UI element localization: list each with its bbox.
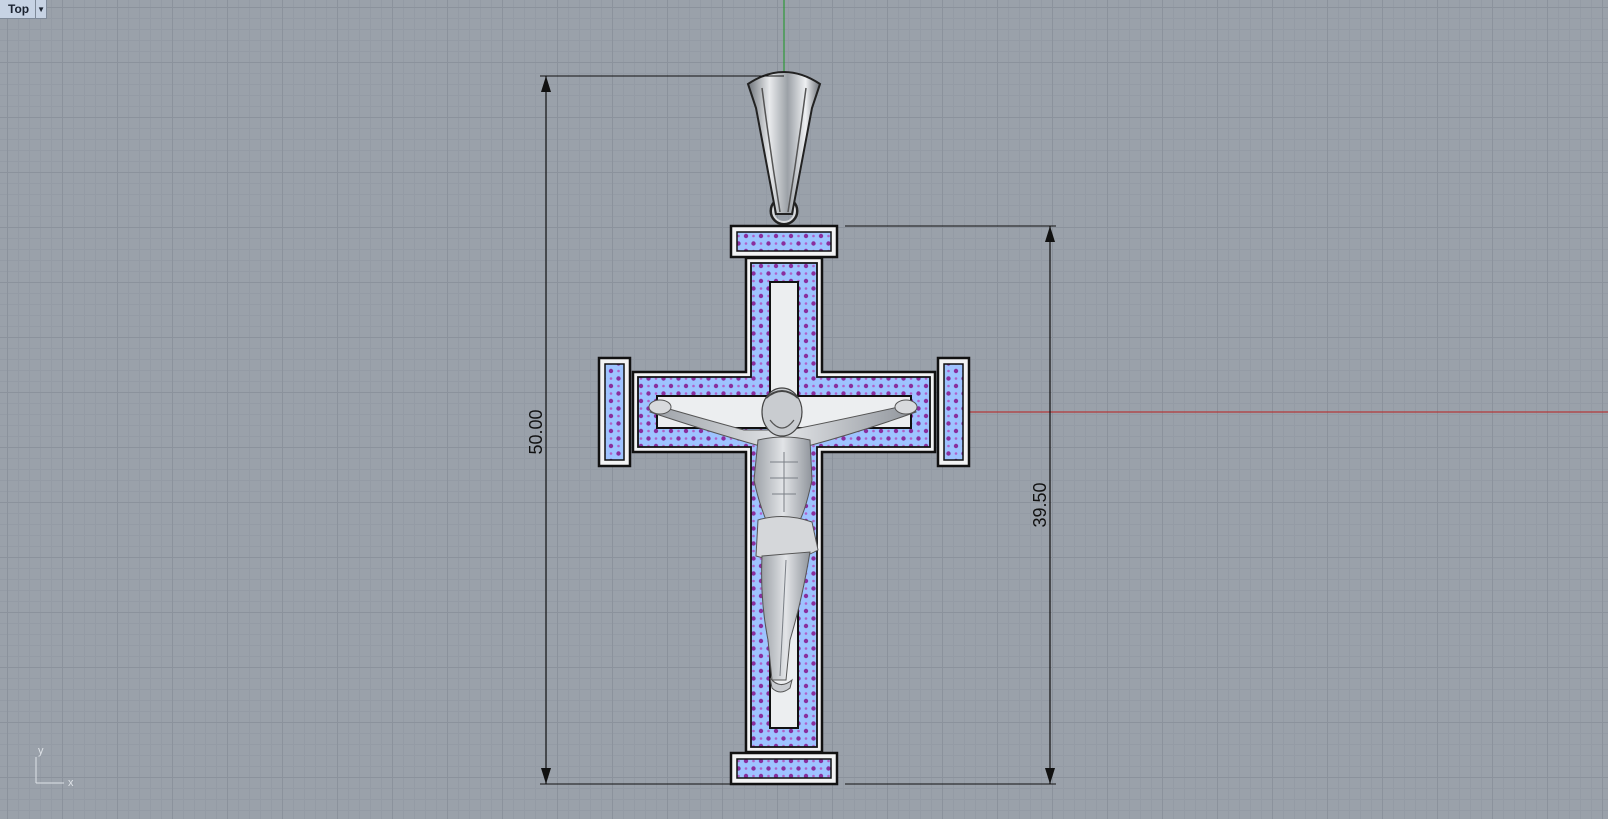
top-viewport[interactable]: 50.00 39.50 y x Top ▼ — [0, 0, 1608, 819]
overall-height-label: 50.00 — [526, 409, 546, 454]
viewport-title-tab[interactable]: Top ▼ — [0, 0, 48, 19]
viewport-name[interactable]: Top — [0, 0, 35, 18]
axis-label-x: x — [68, 777, 74, 789]
cross-height-label: 39.50 — [1030, 482, 1050, 527]
dimension-cross-height[interactable] — [845, 225, 1056, 785]
scene-canvas: 50.00 39.50 y x — [35, 0, 1608, 789]
bail — [746, 71, 822, 226]
axis-orientation-icon: y x — [35, 745, 74, 789]
dropdown-arrow-icon[interactable]: ▼ — [35, 0, 46, 18]
axis-label-y: y — [38, 745, 44, 757]
